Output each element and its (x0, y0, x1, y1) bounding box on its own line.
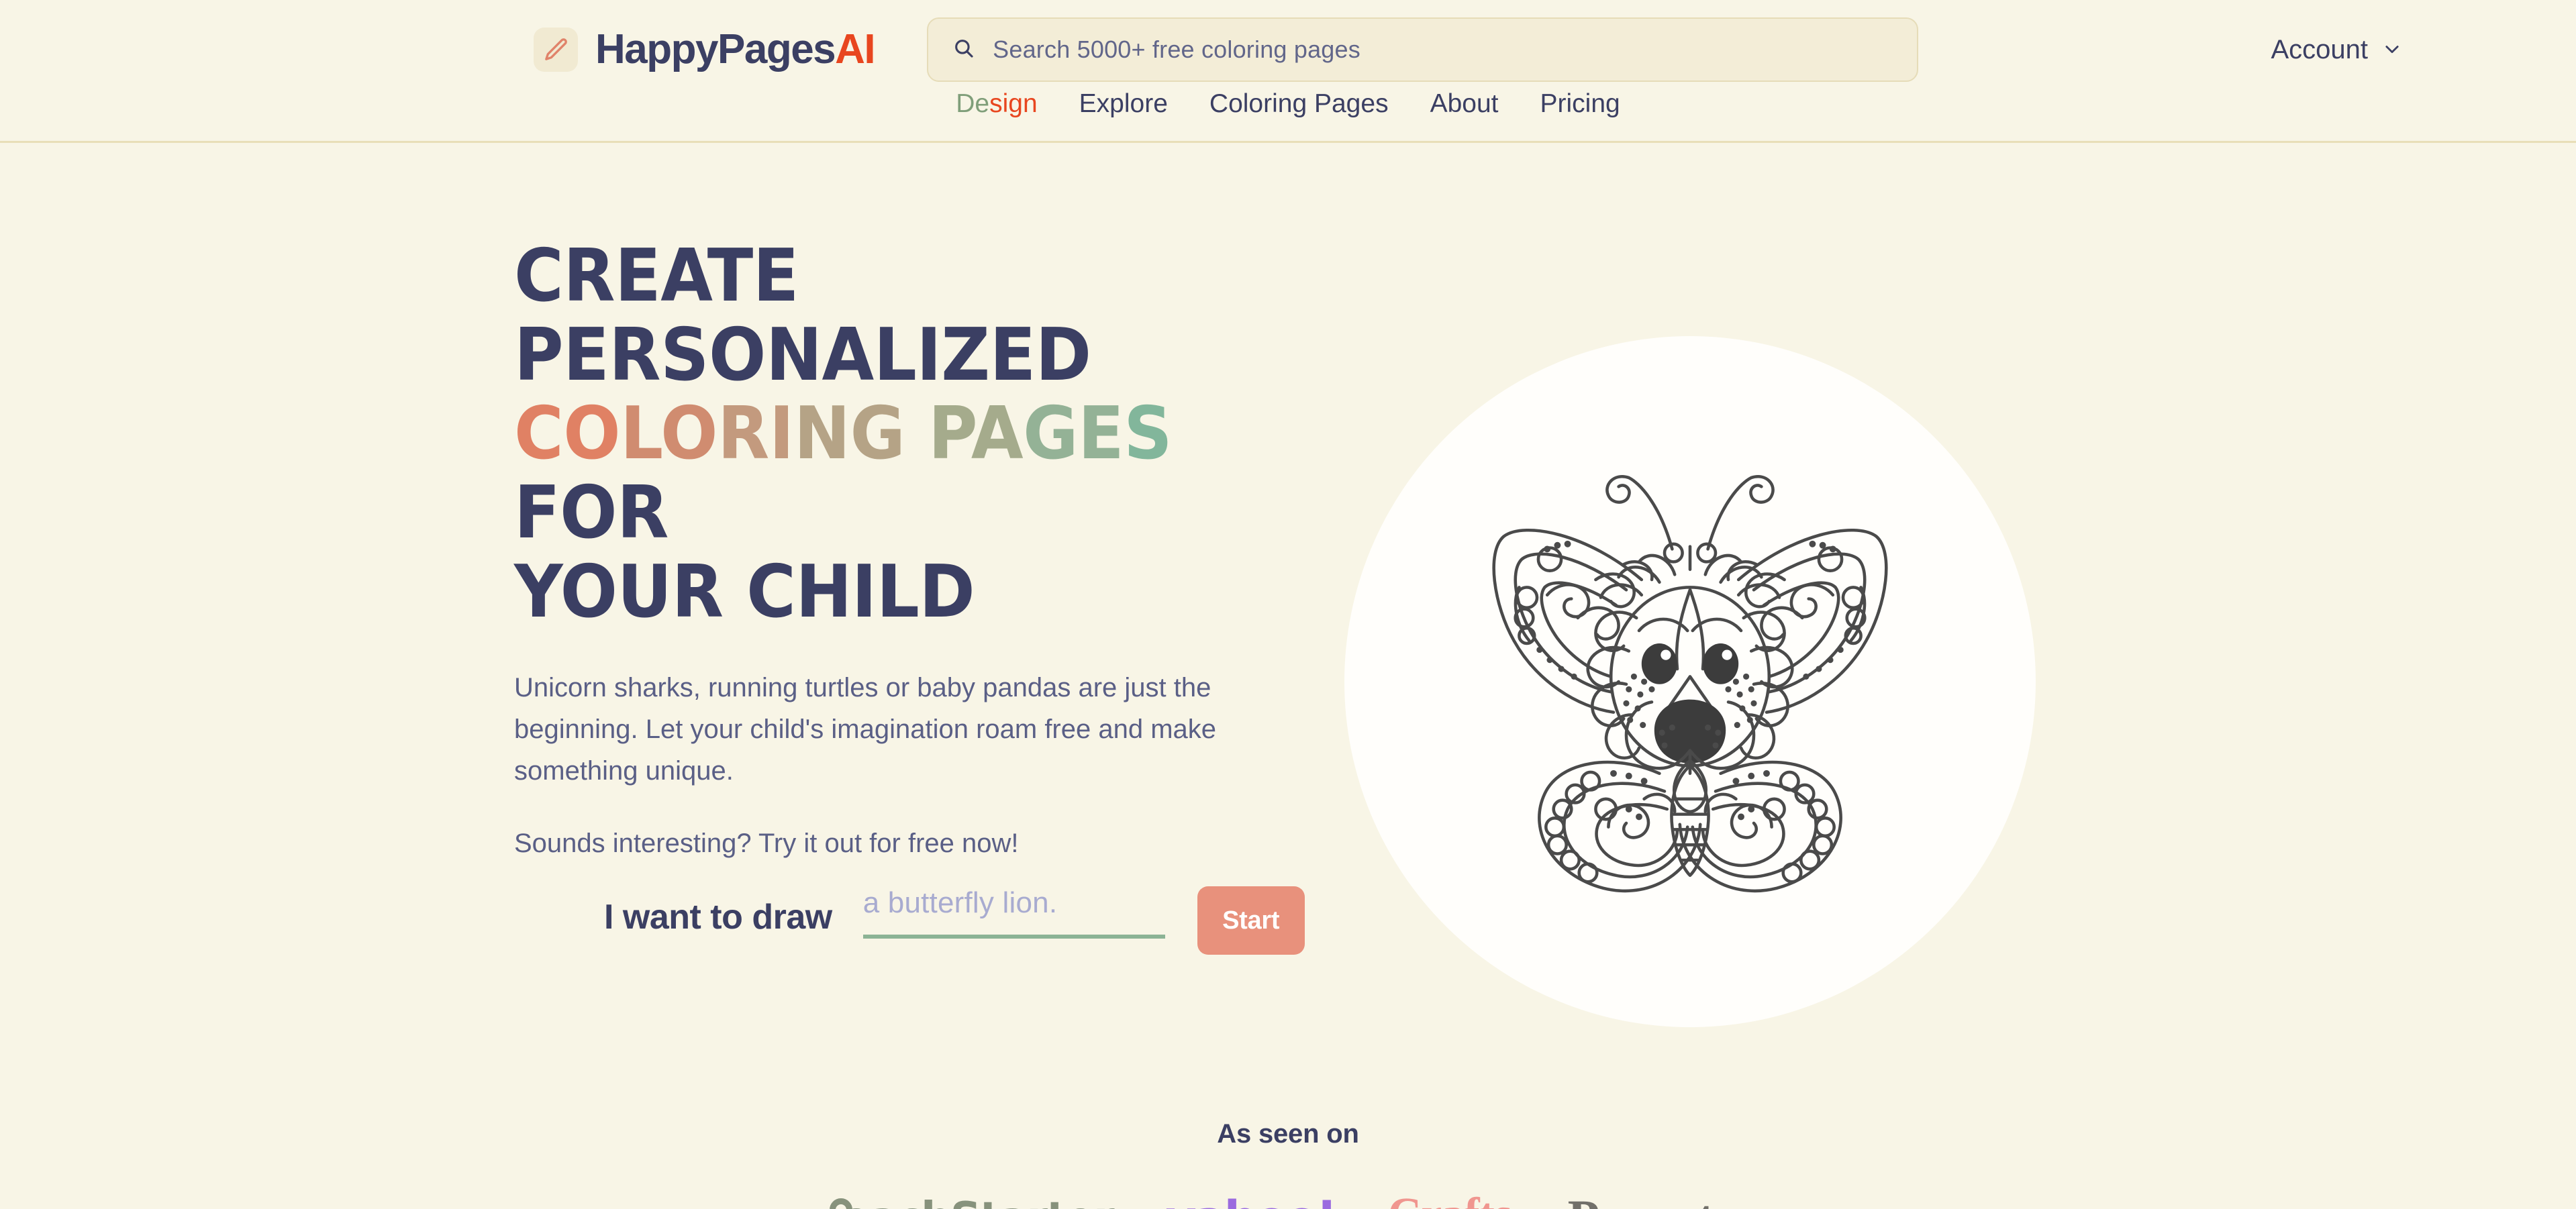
teachstarter-text: eachStarter (842, 1194, 1115, 1209)
main-nav: Design Explore Coloring Pages About Pric… (0, 89, 2576, 119)
as-seen-on-title: As seen on (1217, 1119, 1359, 1149)
nav-design-part1: De (956, 89, 990, 118)
chevron-down-icon (2383, 35, 2401, 65)
pencil-icon (534, 28, 578, 72)
headline-word-coloring: COLORING (514, 392, 905, 476)
nav-item-coloring-pages[interactable]: Coloring Pages (1209, 89, 1389, 119)
hero-paragraph: Unicorn sharks, running turtles or baby … (514, 672, 1217, 786)
prompt-field[interactable] (862, 886, 1165, 939)
butterfly-lion-icon (1492, 475, 1888, 893)
parents-text: Parents (1568, 1188, 1734, 1209)
prompt-input[interactable] (862, 886, 1165, 920)
site-header: HappyPagesAI Account Design Explore Colo… (0, 0, 2576, 143)
search-icon (952, 37, 975, 63)
artwork-circle (1344, 336, 2036, 1027)
start-button[interactable]: Start (1197, 886, 1305, 955)
teachstarter-wordmark: eachStarter (829, 1194, 1115, 1209)
brand-logo[interactable]: HappyPagesAI (534, 26, 876, 72)
search-bar[interactable] (927, 17, 1919, 82)
nav-design-part2: sign (989, 89, 1038, 118)
hero-copy: CREATE PERSONALIZED COLORING PAGES FOR Y… (514, 237, 1320, 863)
hero-paragraph-2: Sounds interesting? Try it out for free … (514, 828, 1019, 858)
headline-line-1: CREATE PERSONALIZED (514, 234, 1091, 397)
headline-line-3: YOUR CHILD (514, 549, 975, 634)
brand-name-accent: AI (835, 26, 876, 72)
parents-wordmark: Parents® (1568, 1188, 1747, 1209)
nav-item-pricing[interactable]: Pricing (1540, 89, 1620, 119)
headline-word-for: FOR (514, 471, 668, 556)
yahoo-wordmark: yahoo! (1166, 1191, 1338, 1209)
press-logo-crafts-beautiful[interactable]: Crafts beautiful (1388, 1188, 1516, 1209)
account-label: Account (2271, 34, 2368, 64)
crafts-wordmark: Crafts beautiful (1388, 1188, 1516, 1209)
nav-item-design[interactable]: Design (956, 89, 1037, 119)
press-logo-yahoo[interactable]: yahoo! (1166, 1191, 1338, 1209)
brand-name: HappyPagesAI (595, 26, 876, 72)
page-title: CREATE PERSONALIZED COLORING PAGES FOR Y… (514, 237, 1263, 632)
prompt-row: I want to draw Start (604, 886, 1305, 955)
search-input[interactable] (993, 36, 1893, 64)
press-logo-teachstarter[interactable]: eachStarter (829, 1194, 1115, 1209)
crafts-text-main: Crafts (1388, 1188, 1512, 1209)
press-logo-list: eachStarter yahoo! Crafts beautiful Pare… (0, 1188, 2576, 1209)
as-seen-on-section: As seen on eachStarter yahoo! Crafts bea… (0, 1119, 2576, 1209)
brand-name-main: HappyPages (595, 26, 836, 72)
headline-word-pages: PAGES (928, 392, 1173, 476)
nav-item-about[interactable]: About (1430, 89, 1499, 119)
nav-item-explore[interactable]: Explore (1079, 89, 1168, 119)
header-row: HappyPagesAI Account (0, 0, 2576, 99)
prompt-label: I want to draw (604, 898, 832, 937)
hero-section: CREATE PERSONALIZED COLORING PAGES FOR Y… (0, 143, 2576, 1209)
account-menu[interactable]: Account (2271, 35, 2448, 65)
press-logo-parents[interactable]: Parents® (1568, 1188, 1747, 1209)
